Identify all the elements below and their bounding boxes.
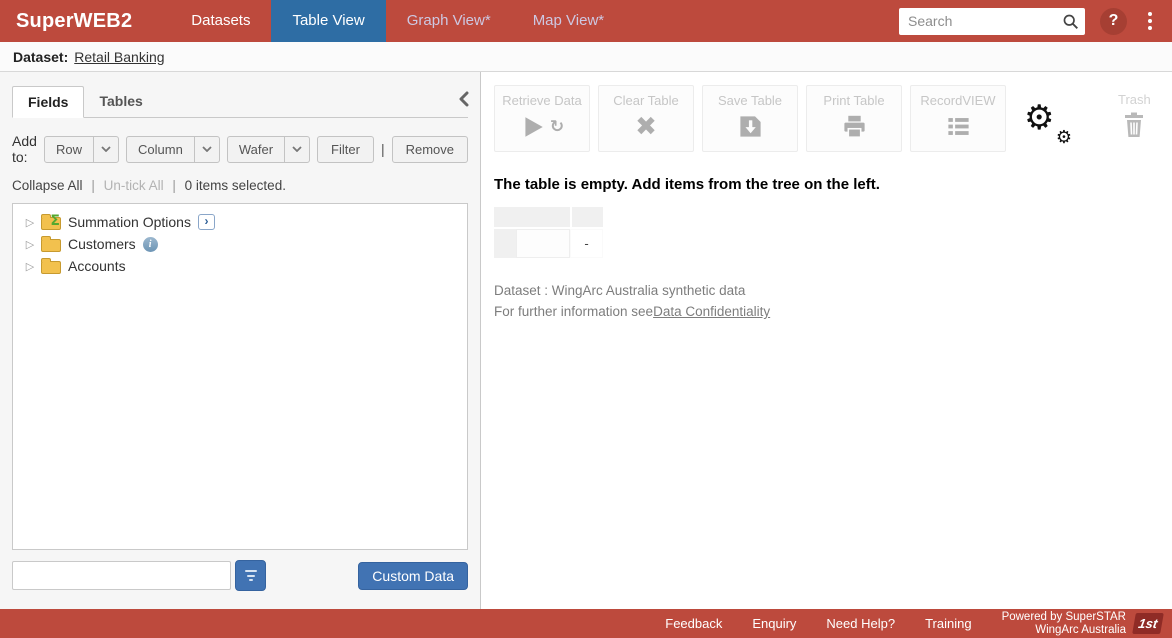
folder-icon (41, 261, 61, 274)
trash-dropzone[interactable]: Trash (1118, 85, 1151, 138)
data-confidentiality-link[interactable]: Data Confidentiality (653, 304, 770, 319)
trash-icon (1123, 112, 1145, 138)
column-dropdown[interactable]: Column (126, 136, 220, 163)
wafer-dropdown[interactable]: Wafer (227, 136, 310, 163)
printer-icon (841, 113, 868, 140)
superstar-logo: 1st (1132, 613, 1164, 634)
powered-by-text: Powered by SuperSTAR WingArc Australia (1002, 611, 1126, 636)
expand-triangle-icon[interactable]: ▷ (23, 260, 37, 273)
tab-tables[interactable]: Tables (84, 86, 157, 117)
top-navbar: SuperWEB2 Datasets Table View Graph View… (0, 0, 1172, 42)
selection-summary: Collapse All | Un-tick All | 0 items sel… (12, 178, 468, 193)
expand-triangle-icon[interactable]: ▷ (23, 238, 37, 251)
table-toolbar: Retrieve Data ↻ Clear Table ✖ Save Table (494, 85, 1172, 152)
footer-link-enquiry[interactable]: Enquiry (752, 616, 796, 631)
table-cell (516, 229, 570, 258)
field-tree: ▷ Σ Summation Options › ▷ Customers i ▷ … (12, 203, 468, 550)
nav-item-datasets[interactable]: Datasets (170, 0, 271, 42)
open-folder-icon[interactable]: › (198, 214, 215, 230)
table-header-cell (572, 207, 603, 227)
table-cell: - (570, 229, 603, 258)
apply-filter-button[interactable] (235, 560, 266, 591)
table-view-panel: Retrieve Data ↻ Clear Table ✖ Save Table (481, 72, 1172, 609)
chevron-down-icon[interactable] (194, 137, 219, 162)
folder-icon (41, 239, 61, 252)
save-icon (737, 113, 764, 140)
remove-button[interactable]: Remove (392, 136, 468, 163)
chevron-left-icon (458, 91, 470, 107)
custom-data-button[interactable]: Custom Data (358, 562, 468, 590)
filter-button[interactable]: Filter (317, 136, 374, 163)
list-icon (945, 113, 972, 140)
further-info-text: For further information see (494, 304, 653, 319)
collapse-all-link[interactable]: Collapse All (12, 178, 83, 193)
add-to-controls: Add to: Row Column Wafer Filter | (12, 133, 468, 165)
footer-link-need-help[interactable]: Need Help? (826, 616, 895, 631)
filter-icon (245, 570, 257, 572)
tree-item-label: Customers (68, 236, 136, 252)
play-refresh-icon: ↻ (520, 113, 564, 141)
folder-sigma-icon: Σ (41, 217, 61, 230)
chevron-down-icon[interactable] (284, 137, 309, 162)
dataset-link[interactable]: Retail Banking (74, 49, 164, 65)
footer-link-feedback[interactable]: Feedback (665, 616, 722, 631)
search-input[interactable] (899, 8, 1085, 35)
row-dropdown[interactable]: Row (44, 136, 119, 163)
table-options-button[interactable]: ⚙ ⚙ (1024, 101, 1076, 143)
panel-tabs: Fields Tables (12, 86, 468, 118)
print-table-button[interactable]: Print Table (806, 85, 902, 152)
tree-item-accounts[interactable]: ▷ Accounts (13, 255, 467, 277)
dataset-label: Dataset: (13, 49, 68, 65)
gear-icon: ⚙ (1024, 98, 1054, 138)
save-table-button[interactable]: Save Table (702, 85, 798, 152)
untick-all-link[interactable]: Un-tick All (104, 178, 164, 193)
kebab-icon (1148, 12, 1152, 16)
separator: | (381, 141, 385, 157)
empty-table-placeholder: - (494, 207, 1172, 258)
dataset-info-block: Dataset : WingArc Australia synthetic da… (494, 280, 1172, 322)
nav-item-table-view[interactable]: Table View (271, 0, 385, 42)
gear-small-icon: ⚙ (1056, 129, 1072, 147)
nav-item-graph-view[interactable]: Graph View* (386, 0, 512, 42)
field-panel: Fields Tables Add to: Row Column (0, 72, 481, 609)
question-icon: ? (1109, 12, 1119, 30)
search-icon[interactable] (1062, 13, 1079, 35)
retrieve-data-button[interactable]: Retrieve Data ↻ (494, 85, 590, 152)
recordview-button[interactable]: RecordVIEW (910, 85, 1006, 152)
footer: Feedback Enquiry Need Help? Training Pow… (0, 609, 1172, 638)
items-selected-text: 0 items selected. (185, 178, 286, 193)
tree-item-customers[interactable]: ▷ Customers i (13, 233, 467, 255)
tree-filter-row: Custom Data (12, 560, 468, 591)
chevron-down-icon[interactable] (93, 137, 118, 162)
clear-x-icon: ✖ (635, 113, 657, 141)
tree-item-label: Summation Options (68, 214, 191, 230)
tree-item-summation-options[interactable]: ▷ Σ Summation Options › (13, 211, 467, 233)
add-to-label: Add to: (12, 133, 37, 165)
navbar-right: ? (899, 0, 1172, 42)
table-header-cell (494, 207, 570, 227)
expand-triangle-icon[interactable]: ▷ (23, 216, 37, 229)
clear-table-button[interactable]: Clear Table ✖ (598, 85, 694, 152)
footer-link-training[interactable]: Training (925, 616, 971, 631)
nav-item-map-view[interactable]: Map View* (512, 0, 625, 42)
collapse-panel-button[interactable] (456, 89, 472, 114)
overflow-menu-button[interactable] (1142, 8, 1158, 34)
tree-item-label: Accounts (68, 258, 126, 274)
dataset-bar: Dataset: Retail Banking (0, 42, 1172, 72)
help-button[interactable]: ? (1100, 8, 1127, 35)
tab-fields[interactable]: Fields (12, 86, 84, 118)
empty-table-message: The table is empty. Add items from the t… (494, 176, 1172, 193)
info-icon[interactable]: i (143, 237, 158, 252)
dataset-info-text: Dataset : WingArc Australia synthetic da… (494, 280, 1172, 301)
content-area: Fields Tables Add to: Row Column (0, 72, 1172, 609)
main-nav: Datasets Table View Graph View* Map View… (170, 0, 625, 42)
tree-filter-input[interactable] (12, 561, 231, 590)
search-box (899, 8, 1085, 35)
app-logo[interactable]: SuperWEB2 (0, 10, 148, 33)
table-row-header-cell (494, 229, 516, 258)
